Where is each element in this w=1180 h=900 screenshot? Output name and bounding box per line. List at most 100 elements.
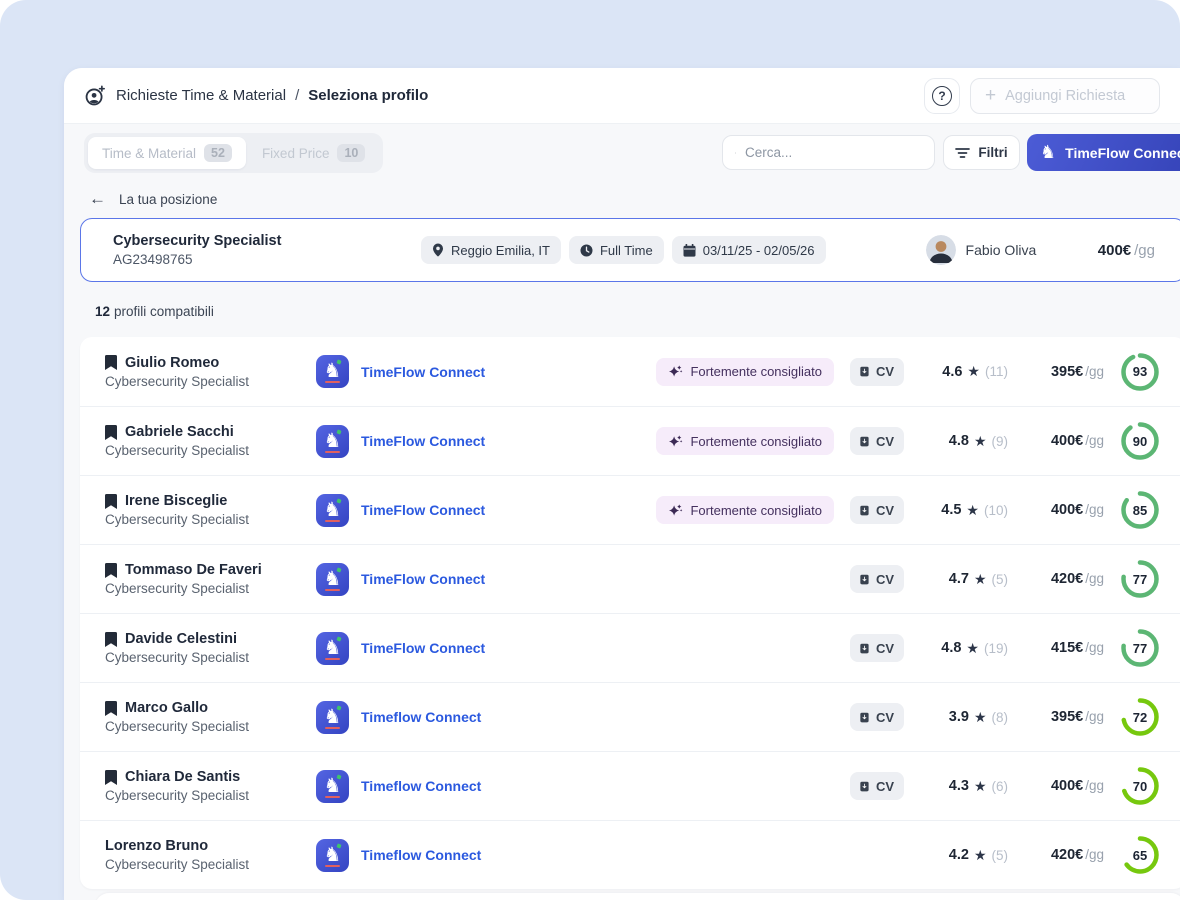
bookmark-icon[interactable] (105, 425, 117, 440)
owner-name: Fabio Oliva (966, 242, 1037, 258)
cv-label: CV (876, 364, 894, 379)
tab-fixed-price[interactable]: Fixed Price 10 (248, 137, 379, 169)
search-input[interactable] (745, 145, 922, 160)
results-count-value: 12 (95, 304, 110, 319)
bookmark-icon[interactable] (105, 563, 117, 578)
price-value: 400€ (1098, 242, 1131, 259)
score-ring: 77 (1120, 559, 1160, 599)
rating: 4.7 ★ (5) (920, 571, 1008, 588)
score-ring: 90 (1120, 421, 1160, 461)
breadcrumb-root[interactable]: Richieste Time & Material (116, 87, 286, 104)
profile-row[interactable]: Lorenzo Bruno Cybersecurity Specialist ♞… (80, 820, 1180, 889)
bookmark-icon[interactable] (105, 632, 117, 647)
price-unit: /gg (1085, 433, 1104, 448)
source-link[interactable]: TimeFlow Connect (361, 433, 485, 449)
back-link-label: La tua posizione (119, 192, 217, 207)
bookmark-icon[interactable] (105, 355, 117, 370)
profile-price: 415€/gg (1024, 640, 1104, 656)
search-box[interactable] (722, 135, 935, 170)
price-unit: /gg (1085, 364, 1104, 379)
timeflow-connect-button[interactable]: ♞ TimeFlow Connect (1027, 134, 1180, 171)
recommended-badge: Fortemente consigliato (656, 358, 834, 386)
rating-count: (5) (992, 572, 1009, 587)
tab-time-material[interactable]: Time & Material 52 (88, 137, 246, 169)
cv-button[interactable]: CV (850, 565, 904, 593)
star-icon: ★ (974, 778, 987, 795)
rating: 4.8 ★ (19) (920, 640, 1008, 657)
cv-button[interactable]: CV (850, 703, 904, 731)
add-request-button[interactable]: + Aggiungi Richiesta (970, 78, 1160, 114)
source-link[interactable]: TimeFlow Connect (361, 571, 485, 587)
location-badge: Reggio Emilia, IT (421, 236, 561, 264)
source-link[interactable]: Timeflow Connect (361, 847, 481, 863)
source-link[interactable]: TimeFlow Connect (361, 502, 485, 518)
rating-count: (9) (992, 434, 1009, 449)
source-link[interactable]: TimeFlow Connect (361, 640, 485, 656)
price-value: 415€ (1051, 640, 1083, 656)
cv-button[interactable]: CV (850, 772, 904, 800)
profiles-list: Giulio Romeo Cybersecurity Specialist ♞ … (80, 337, 1180, 889)
cv-document-icon (860, 710, 869, 725)
cv-button[interactable]: CV (850, 634, 904, 662)
rating-count: (10) (984, 503, 1008, 518)
profile-row[interactable]: Gabriele Sacchi Cybersecurity Specialist… (80, 406, 1180, 475)
price-unit: /gg (1085, 502, 1104, 517)
profile-row[interactable]: Tommaso De Faveri Cybersecurity Speciali… (80, 544, 1180, 613)
profile-name: Irene Bisceglie (125, 493, 227, 509)
rating-value: 4.6 (942, 364, 962, 380)
profile-role: Cybersecurity Specialist (105, 512, 316, 527)
price-value: 400€ (1051, 502, 1083, 518)
profile-row[interactable]: Giulio Romeo Cybersecurity Specialist ♞ … (80, 337, 1180, 406)
cv-document-icon (860, 641, 869, 656)
cv-button[interactable]: CV (850, 358, 904, 386)
star-icon: ★ (974, 433, 987, 450)
back-link[interactable]: ← La tua posizione (89, 189, 217, 209)
rating: 4.3 ★ (6) (920, 778, 1008, 795)
score-ring: 85 (1120, 490, 1160, 530)
cv-label: CV (876, 710, 894, 725)
contract-text: Full Time (600, 243, 653, 258)
position-card[interactable]: Cybersecurity Specialist AG23498765 Regg… (80, 218, 1180, 282)
knight-icon: ♞ (1040, 144, 1056, 162)
plus-icon: + (985, 86, 996, 105)
price-value: 395€ (1051, 709, 1083, 725)
source-link[interactable]: Timeflow Connect (361, 709, 481, 725)
bookmark-icon[interactable] (105, 494, 117, 509)
filters-button[interactable]: Filtri (943, 135, 1020, 170)
profile-name: Chiara De Santis (125, 769, 240, 785)
profile-price: 400€/gg (1024, 433, 1104, 449)
profile-name: Giulio Romeo (125, 355, 219, 371)
price-unit: /gg (1085, 847, 1104, 862)
dates-text: 03/11/25 - 02/05/26 (703, 243, 815, 258)
profile-price: 400€/gg (1024, 502, 1104, 518)
profile-row[interactable]: Davide Celestini Cybersecurity Specialis… (80, 613, 1180, 682)
star-icon: ★ (966, 640, 979, 657)
source-link[interactable]: Timeflow Connect (361, 778, 481, 794)
score-ring: 70 (1120, 766, 1160, 806)
cv-document-icon (860, 364, 869, 379)
price-value: 395€ (1051, 364, 1083, 380)
source-link[interactable]: TimeFlow Connect (361, 364, 485, 380)
main-panel: Richieste Time & Material / Seleziona pr… (64, 68, 1180, 900)
timeflow-logo-icon: ♞ (316, 770, 349, 803)
rating-count: (5) (992, 848, 1009, 863)
profile-name: Lorenzo Bruno (105, 838, 208, 854)
cv-label: CV (876, 641, 894, 656)
score-ring: 72 (1120, 697, 1160, 737)
bookmark-icon[interactable] (105, 770, 117, 785)
help-button[interactable]: ? (924, 78, 960, 114)
rating-count: (11) (985, 364, 1008, 379)
price-value: 420€ (1051, 847, 1083, 863)
score-value: 93 (1120, 352, 1160, 392)
profile-row[interactable]: Irene Bisceglie Cybersecurity Specialist… (80, 475, 1180, 544)
requests-icon (84, 85, 106, 107)
profile-row[interactable]: Chiara De Santis Cybersecurity Specialis… (80, 751, 1180, 820)
profile-name: Tommaso De Faveri (125, 562, 262, 578)
rating-value: 4.3 (949, 778, 969, 794)
score-ring: 77 (1120, 628, 1160, 668)
bookmark-icon[interactable] (105, 701, 117, 716)
profile-row[interactable]: Marco Gallo Cybersecurity Specialist ♞ T… (80, 682, 1180, 751)
score-value: 70 (1120, 766, 1160, 806)
cv-button[interactable]: CV (850, 496, 904, 524)
cv-button[interactable]: CV (850, 427, 904, 455)
